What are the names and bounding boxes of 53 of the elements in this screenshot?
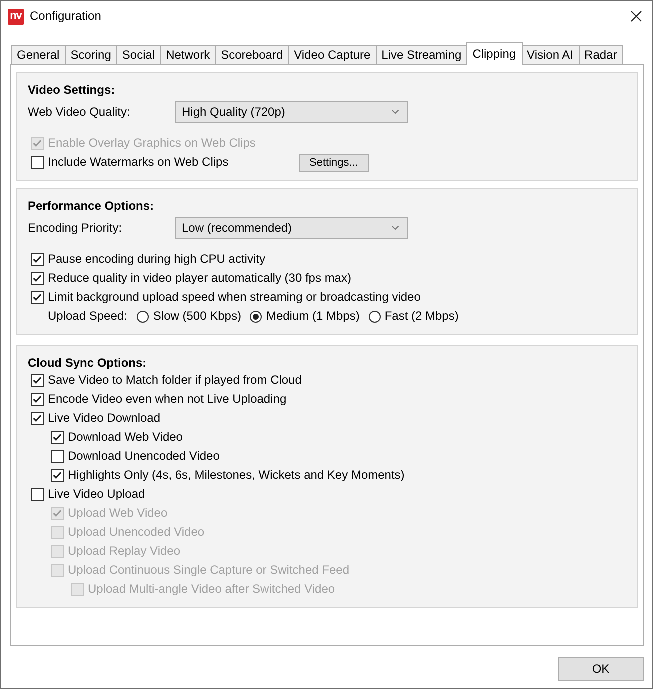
tab[interactable]: Scoring [64,45,118,64]
tab[interactable]: Live Streaming [376,45,468,64]
checkbox[interactable] [31,156,44,169]
tab[interactable]: Vision AI [521,45,580,64]
checkbox-label[interactable]: Limit background upload speed when streaming or broadcasting video [48,290,421,305]
checkbox-label[interactable]: Highlights Only (4s, 6s, Milestones, Wickets and Key Moments) [68,468,405,483]
group-title: Performance Options: [28,198,156,214]
checkbox[interactable] [51,431,64,444]
chevron-down-icon [392,110,399,114]
close-icon[interactable] [631,11,642,22]
tab[interactable]: Radar [578,45,624,64]
radio-button[interactable] [368,310,381,322]
checkbox-label[interactable]: Download Web Video [68,430,183,445]
tab[interactable]: Social [116,45,162,64]
tab[interactable]: Network [160,45,216,64]
chevron-down-icon [392,226,399,230]
checkbox-label[interactable]: Live Video Upload [48,487,146,502]
checkbox[interactable] [51,450,64,463]
group-title: Video Settings: [28,82,116,98]
ok-button[interactable]: OK [558,657,644,681]
field-label: Web Video Quality: [28,104,132,120]
checkbox[interactable] [31,272,44,285]
settings-button[interactable]: Settings... [299,154,369,172]
radio-label[interactable]: Slow (500 Kbps) [153,309,242,324]
group-title: Cloud Sync Options: [28,355,148,371]
app-logo: nv [8,8,24,24]
field-label: Encoding Priority: [28,220,124,236]
checkbox-label[interactable]: Save Video to Match folder if played from Cloud [48,373,302,388]
field-label: Upload Speed: [48,309,128,324]
checkbox[interactable] [31,393,44,406]
tab[interactable]: Video Capture [288,45,377,64]
radio-label[interactable]: Medium (1 Mbps) [266,309,360,324]
checkbox[interactable] [51,469,64,482]
checkbox[interactable] [31,488,44,501]
checkbox-label[interactable]: Encode Video even when not Live Uploading [48,392,287,407]
checkbox-label[interactable]: Pause encoding during high CPU activity [48,252,266,267]
tab[interactable]: General [11,45,66,64]
tab[interactable]: Clipping [466,42,524,65]
checkbox[interactable] [31,412,44,425]
radio-label[interactable]: Fast (2 Mbps) [384,309,459,324]
checkbox-label[interactable]: Live Video Download [48,411,161,426]
checkbox[interactable] [31,253,44,266]
radio-button[interactable] [250,310,262,322]
checkbox-label[interactable]: Download Unencoded Video [68,449,220,464]
checkbox-label[interactable]: Include Watermarks on Web Clips [48,155,229,170]
checkbox[interactable] [31,291,44,304]
tab[interactable]: Scoreboard [215,45,290,64]
window-title: Configuration [30,9,102,24]
dropdown[interactable]: High Quality (720p) [175,101,408,123]
checkbox[interactable] [31,374,44,387]
dropdown[interactable]: Low (recommended) [175,217,408,239]
radio-button[interactable] [137,310,150,322]
checkbox-label[interactable]: Reduce quality in video player automatically (30 fps max) [48,271,352,286]
